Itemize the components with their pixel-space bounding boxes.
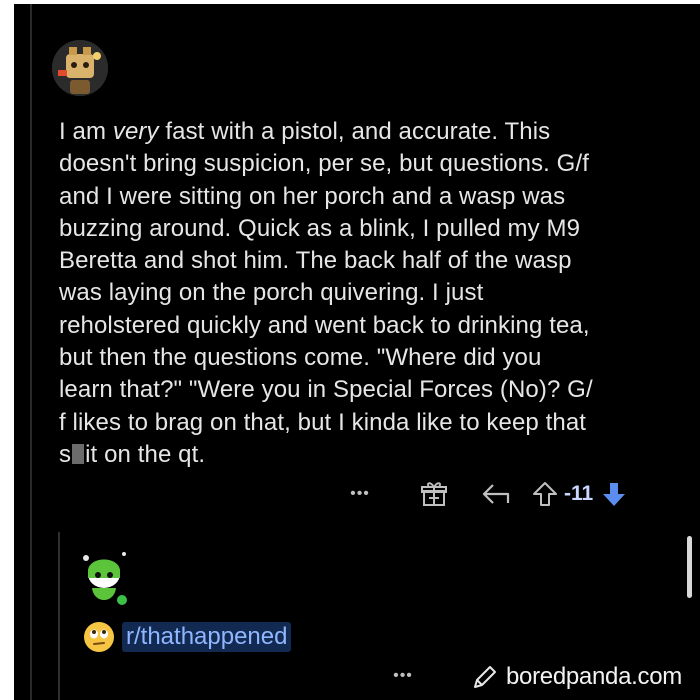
more-options-button[interactable]: ••• — [340, 485, 380, 503]
award-button[interactable] — [416, 480, 452, 508]
comment-line: reholstered quickly and went back to dri… — [59, 311, 590, 339]
reply-user-avatar[interactable] — [76, 548, 136, 608]
comment-line: buzzing around. Quick as a blink, I pull… — [59, 214, 581, 242]
comment-action-bar: ••• -11 — [340, 476, 629, 512]
pencil-icon — [474, 666, 496, 688]
comment-line: but then the questions come. "Where did … — [59, 344, 542, 372]
upvote-button[interactable] — [530, 480, 560, 508]
scrollbar[interactable] — [687, 536, 692, 598]
reply-action-bar: ••• — [386, 658, 420, 694]
downvote-button[interactable] — [599, 480, 629, 508]
gift-icon — [421, 482, 447, 506]
subreddit-link[interactable]: r/thathappened — [122, 622, 292, 652]
watermark: boredpanda.com — [470, 662, 682, 692]
snoo-avatar-icon — [52, 40, 108, 96]
reply-button[interactable] — [478, 481, 514, 507]
comment-line: was laying on the porch quivering. I jus… — [59, 279, 484, 307]
upvote-arrow-icon — [533, 482, 557, 506]
comment-line: I am very fast with a pistol, and accura… — [59, 118, 551, 145]
comment-line: f likes to brag on that, but I kinda lik… — [59, 408, 587, 436]
vote-count: -11 — [564, 482, 594, 505]
comment-line: and I were sitting on her porch and a wa… — [59, 182, 566, 210]
subreddit-mention: r/thathappened — [84, 622, 292, 652]
comment-line: learn that?" "Were you in Special Forces… — [59, 376, 593, 404]
screenshot-frame: I am very fast with a pistol, and accura… — [0, 0, 700, 700]
comment-body: I am very fast with a pistol, and accura… — [59, 116, 674, 471]
watermark-text: boredpanda.com — [506, 663, 682, 690]
comment-line: s it on the qt. — [59, 440, 206, 468]
eye-roll-emoji-icon — [84, 622, 114, 652]
thread-line[interactable] — [30, 4, 32, 700]
more-options-button[interactable]: ••• — [386, 667, 420, 685]
downvote-arrow-icon — [603, 483, 626, 506]
comment-line: Beretta and shot him. The back half of t… — [59, 247, 572, 275]
reply-arrow-icon — [482, 484, 510, 504]
user-avatar[interactable] — [52, 40, 108, 96]
comment-line: doesn't bring suspicion, per se, but que… — [59, 150, 589, 178]
snoo-avatar-icon — [83, 552, 129, 607]
reply-thread-line[interactable] — [58, 532, 60, 700]
censor-block — [72, 443, 85, 464]
